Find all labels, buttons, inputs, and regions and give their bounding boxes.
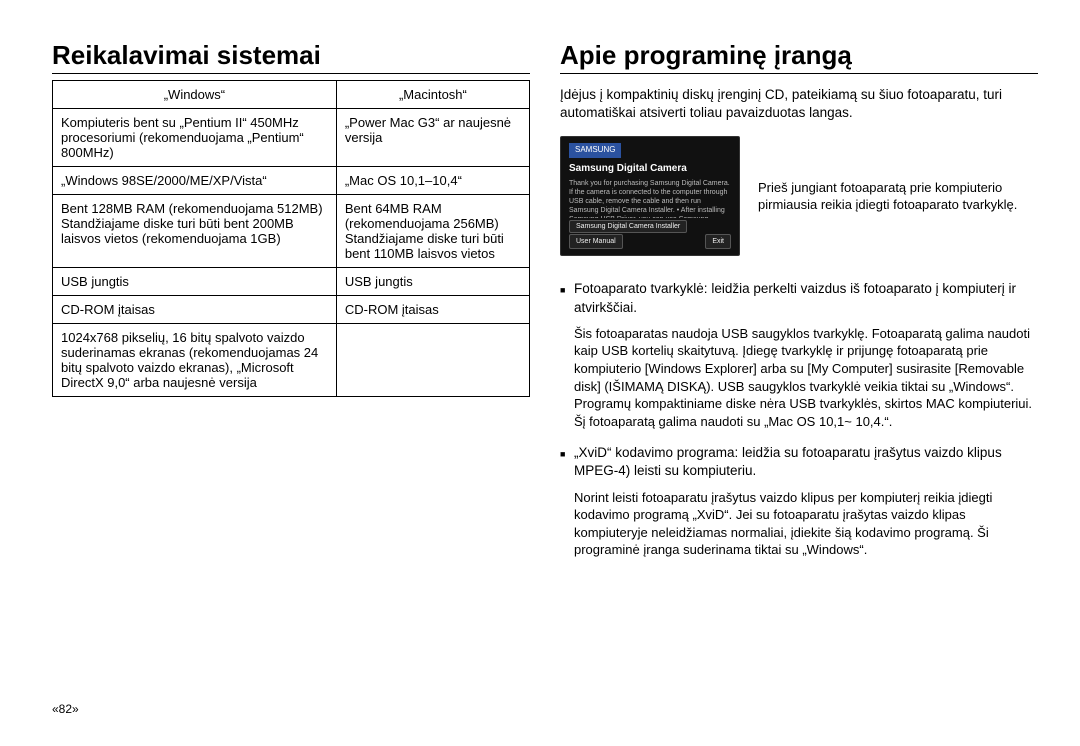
table-row: 1024x768 pikselių, 16 bitų spalvoto vaiz… [53, 324, 530, 397]
right-column: Apie programinę įrangą Įdėjus į kompakti… [560, 40, 1038, 716]
exit-button: Exit [705, 234, 731, 249]
table-row: CD-ROM įtaisas CD-ROM įtaisas [53, 296, 530, 324]
heading-about-software: Apie programinę įrangą [560, 40, 1038, 74]
cell-win-display: 1024x768 pikselių, 16 bitų spalvoto vaiz… [53, 324, 337, 397]
installer-button: Samsung Digital Camera Installer [569, 220, 687, 233]
cell-mac-ram: Bent 64MB RAM (rekomenduojama 256MB) Sta… [336, 195, 529, 268]
sub-driver-details: Šis fotoaparatas naudoja USB saugyklos t… [574, 325, 1038, 430]
cell-mac-os: „Mac OS 10,1–10,4“ [336, 167, 529, 195]
figure-row: SAMSUNG Samsung Digital Camera Thank you… [560, 136, 1038, 256]
cell-win-usb: USB jungtis [53, 268, 337, 296]
cell-win-cdrom: CD-ROM įtaisas [53, 296, 337, 324]
th-macintosh: „Macintosh“ [336, 81, 529, 109]
cell-win-os: „Windows 98SE/2000/ME/XP/Vista“ [53, 167, 337, 195]
sub-xvid-details: Norint leisti fotoaparatu įrašytus vaizd… [574, 489, 1038, 559]
figure-side-text: Prieš jungiant fotoaparatą prie kompiute… [758, 179, 1038, 214]
left-column: Reikalavimai sistemai „Windows“ „Macinto… [52, 40, 530, 716]
table-row: Bent 128MB RAM (rekomenduojama 512MB) St… [53, 195, 530, 268]
installer-screenshot: SAMSUNG Samsung Digital Camera Thank you… [560, 136, 740, 256]
table-header-row: „Windows“ „Macintosh“ [53, 81, 530, 109]
heading-system-requirements: Reikalavimai sistemai [52, 40, 530, 74]
table-row: USB jungtis USB jungtis [53, 268, 530, 296]
cell-mac-empty [336, 324, 529, 397]
requirements-table: „Windows“ „Macintosh“ Kompiuteris bent s… [52, 80, 530, 397]
page-number: «82» [52, 702, 530, 716]
th-windows: „Windows“ [53, 81, 337, 109]
page: Reikalavimai sistemai „Windows“ „Macinto… [0, 0, 1080, 746]
installer-body-text: Thank you for purchasing Samsung Digital… [569, 179, 731, 218]
installer-title: Samsung Digital Camera [569, 162, 731, 175]
intro-paragraph: Įdėjus į kompaktinių diskų įrenginį CD, … [560, 86, 1038, 122]
cell-mac-cdrom: CD-ROM įtaisas [336, 296, 529, 324]
bullet-driver: Fotoaparato tvarkyklė: leidžia perkelti … [560, 280, 1038, 316]
cell-win-cpu: Kompiuteris bent su „Pentium II“ 450MHz … [53, 109, 337, 167]
brand-label: SAMSUNG [569, 143, 621, 157]
cell-mac-cpu: „Power Mac G3“ ar naujesnė versija [336, 109, 529, 167]
table-row: „Windows 98SE/2000/ME/XP/Vista“ „Mac OS … [53, 167, 530, 195]
installer-button-row: Samsung Digital Camera Installer User Ma… [569, 222, 731, 249]
user-manual-button: User Manual [569, 234, 623, 249]
cell-win-ram: Bent 128MB RAM (rekomenduojama 512MB) St… [53, 195, 337, 268]
cell-mac-usb: USB jungtis [336, 268, 529, 296]
table-row: Kompiuteris bent su „Pentium II“ 450MHz … [53, 109, 530, 167]
bullet-xvid: „XviD“ kodavimo programa: leidžia su fot… [560, 444, 1038, 480]
